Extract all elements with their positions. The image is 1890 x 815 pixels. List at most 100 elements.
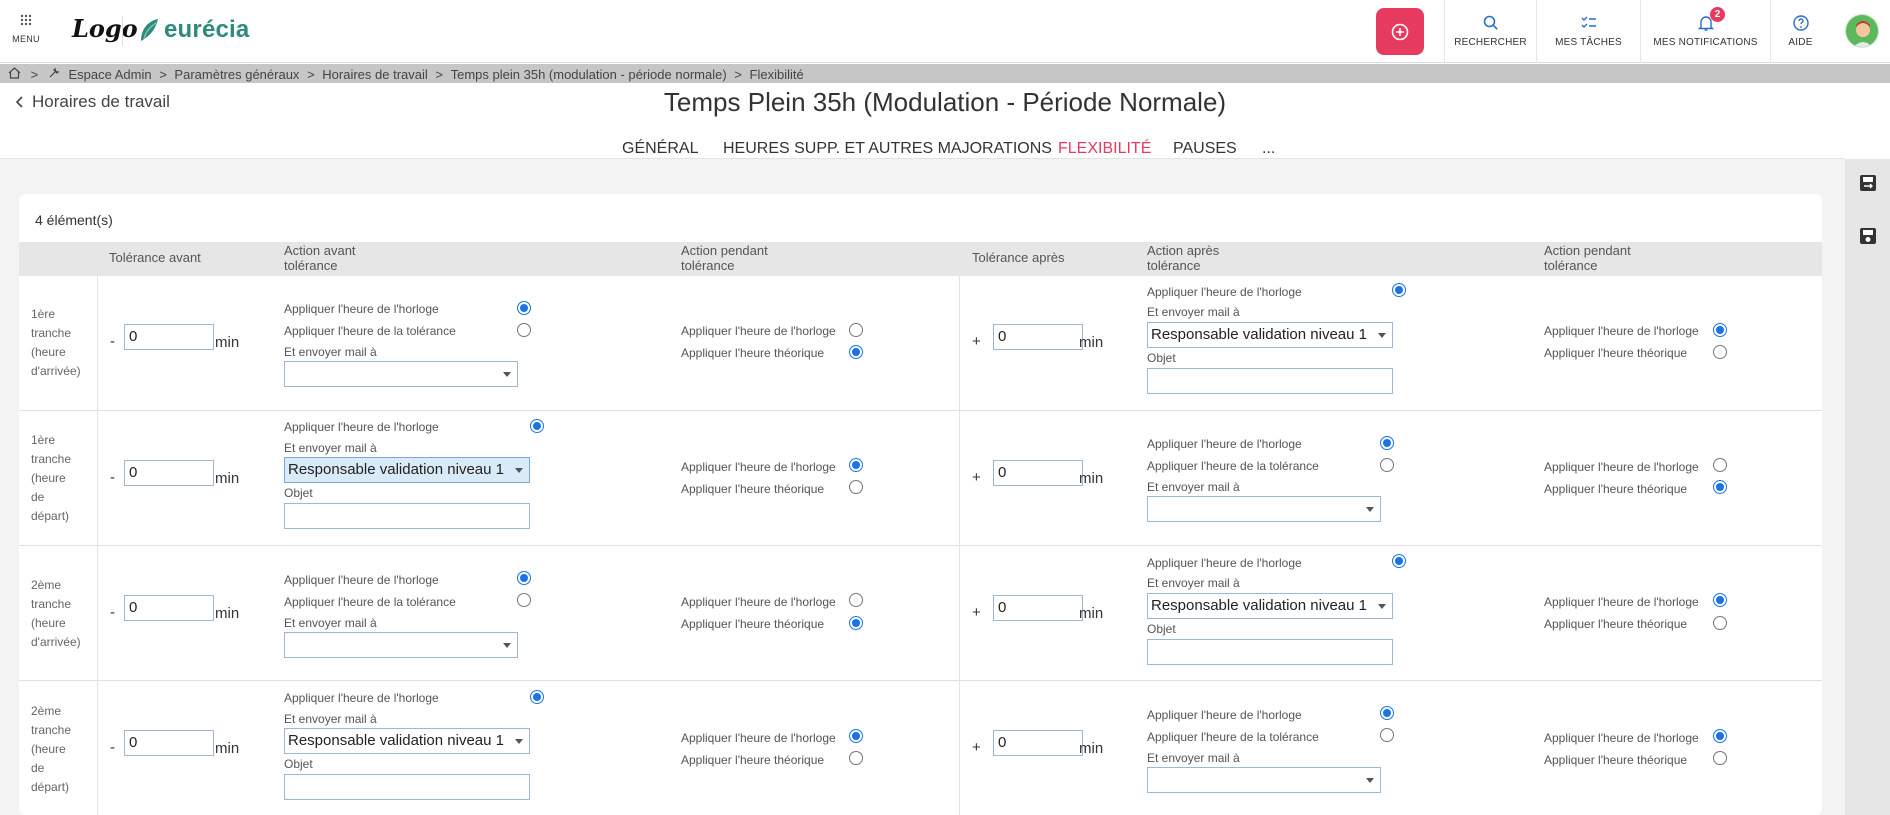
chevron-down-icon bbox=[515, 739, 523, 744]
radio-theorique[interactable] bbox=[849, 751, 863, 765]
option-label: Appliquer l'heure théorique bbox=[681, 482, 825, 496]
option-label: Appliquer l'heure de l'horloge bbox=[1544, 324, 1699, 338]
tolerance-avant-input[interactable]: 0 bbox=[124, 730, 214, 756]
option-label: Appliquer l'heure de l'horloge bbox=[284, 420, 439, 434]
row-label: 1ère tranche (heure de départ) bbox=[31, 433, 72, 523]
radio-theorique[interactable] bbox=[1713, 616, 1727, 630]
radio-horloge[interactable] bbox=[1380, 706, 1394, 720]
mail-recipient-select[interactable]: Responsable validation niveau 1 bbox=[1147, 593, 1393, 619]
radio-horloge[interactable] bbox=[1713, 729, 1727, 743]
tab-pauses[interactable]: PAUSES bbox=[1173, 140, 1237, 158]
breadcrumb-item-temps-plein[interactable]: Temps plein 35h (modulation - période no… bbox=[451, 65, 727, 84]
radio-horloge[interactable] bbox=[517, 301, 531, 315]
nav-notifications-label: MES NOTIFICATIONS bbox=[1653, 37, 1758, 48]
option-label: Appliquer l'heure théorique bbox=[681, 346, 825, 360]
radio-horloge[interactable] bbox=[849, 323, 863, 337]
option-label: Appliquer l'heure de l'horloge bbox=[1544, 460, 1699, 474]
tolerance-avant-input[interactable]: 0 bbox=[124, 324, 214, 350]
nav-help-label: AIDE bbox=[1788, 37, 1813, 48]
mail-recipient-select[interactable] bbox=[1147, 496, 1381, 522]
nav-help[interactable]: AIDE bbox=[1770, 0, 1830, 63]
tolerance-apres-input[interactable]: 0 bbox=[993, 460, 1083, 486]
tolerance-apres-input[interactable]: 0 bbox=[993, 730, 1083, 756]
nav-search-label: RECHERCHER bbox=[1454, 37, 1527, 48]
mail-recipient-select[interactable]: Responsable validation niveau 1 bbox=[284, 728, 530, 754]
option-label: Appliquer l'heure de l'horloge bbox=[681, 731, 836, 745]
nav-search[interactable]: RECHERCHER bbox=[1444, 0, 1536, 63]
row-label: 2ème tranche (heure de départ) bbox=[31, 704, 72, 794]
table-row bbox=[19, 276, 1822, 411]
radio-horloge[interactable] bbox=[1392, 554, 1406, 568]
radio-horloge[interactable] bbox=[849, 593, 863, 607]
back-link[interactable]: Horaires de travail bbox=[16, 92, 170, 112]
radio-horloge[interactable] bbox=[1713, 593, 1727, 607]
help-icon bbox=[1792, 15, 1809, 31]
mail-recipient-select[interactable] bbox=[284, 361, 518, 387]
unit-label: min bbox=[215, 740, 240, 757]
radio-tolerance[interactable] bbox=[517, 593, 531, 607]
tolerance-avant-input[interactable]: 0 bbox=[124, 460, 214, 486]
minus-sign: - bbox=[110, 739, 115, 756]
menu-button[interactable]: MENU bbox=[8, 14, 44, 44]
option-label: Appliquer l'heure de la tolérance bbox=[1147, 730, 1319, 744]
tolerance-avant-input[interactable]: 0 bbox=[124, 595, 214, 621]
item-count: 4 élément(s) bbox=[35, 212, 113, 228]
eurecia-brand[interactable]: eurécia bbox=[138, 16, 249, 44]
breadcrumb-item-horaires[interactable]: Horaires de travail bbox=[322, 65, 428, 84]
radio-theorique[interactable] bbox=[849, 345, 863, 359]
radio-theorique[interactable] bbox=[1713, 751, 1727, 765]
nav-tasks[interactable]: MES TÂCHES bbox=[1536, 0, 1640, 63]
tolerance-apres-input[interactable]: 0 bbox=[993, 595, 1083, 621]
right-action-rail bbox=[1845, 159, 1890, 815]
breadcrumb-item-espace-admin[interactable]: Espace Admin bbox=[68, 65, 151, 84]
object-input[interactable] bbox=[1147, 368, 1393, 394]
radio-horloge[interactable] bbox=[1713, 323, 1727, 337]
option-label: Appliquer l'heure théorique bbox=[1544, 617, 1688, 631]
radio-tolerance[interactable] bbox=[1380, 458, 1394, 472]
mail-recipient-select[interactable]: Responsable validation niveau 1 bbox=[1147, 322, 1393, 348]
radio-horloge[interactable] bbox=[530, 419, 544, 433]
col-action-pendant-apres: Action pendant tolérance bbox=[1544, 243, 1631, 273]
radio-horloge[interactable] bbox=[517, 571, 531, 585]
radio-horloge[interactable] bbox=[530, 690, 544, 704]
save-and-close-icon[interactable] bbox=[1858, 173, 1878, 193]
radio-tolerance[interactable] bbox=[1380, 728, 1394, 742]
add-button[interactable] bbox=[1376, 8, 1424, 55]
plus-sign: + bbox=[972, 469, 981, 486]
plus-sign: + bbox=[972, 604, 981, 621]
nav-notifications[interactable]: 2 MES NOTIFICATIONS bbox=[1640, 0, 1770, 63]
radio-theorique[interactable] bbox=[1713, 345, 1727, 359]
tolerance-apres-input[interactable]: 0 bbox=[993, 324, 1083, 350]
object-input[interactable] bbox=[1147, 639, 1393, 665]
mail-recipient-select[interactable] bbox=[284, 632, 518, 658]
tab-general[interactable]: GÉNÉRAL bbox=[622, 140, 698, 158]
object-input[interactable] bbox=[284, 503, 530, 529]
minus-sign: - bbox=[110, 604, 115, 621]
radio-tolerance[interactable] bbox=[517, 323, 531, 337]
tab-flexibilite[interactable]: FLEXIBILITÉ bbox=[1058, 140, 1151, 158]
home-icon[interactable] bbox=[8, 65, 21, 84]
radio-theorique[interactable] bbox=[849, 616, 863, 630]
unit-label: min bbox=[1079, 334, 1104, 351]
tab-more[interactable]: ... bbox=[1262, 140, 1275, 158]
mail-label: Et envoyer mail à bbox=[284, 441, 377, 455]
col-action-apres: Action après tolérance bbox=[1147, 243, 1220, 273]
radio-theorique[interactable] bbox=[849, 480, 863, 494]
radio-horloge[interactable] bbox=[1380, 436, 1394, 450]
tab-heures-supp[interactable]: HEURES SUPP. ET AUTRES MAJORATIONS bbox=[723, 140, 1052, 158]
radio-theorique[interactable] bbox=[1713, 480, 1727, 494]
avatar[interactable] bbox=[1845, 14, 1879, 48]
save-icon[interactable] bbox=[1858, 226, 1878, 246]
breadcrumb-item-parametres[interactable]: Paramètres généraux bbox=[174, 65, 299, 84]
mail-recipient-select[interactable]: Responsable validation niveau 1 bbox=[284, 457, 530, 483]
radio-horloge[interactable] bbox=[1713, 458, 1727, 472]
company-logo[interactable]: Logo bbox=[72, 14, 138, 43]
radio-horloge[interactable] bbox=[849, 458, 863, 472]
option-label: Appliquer l'heure de l'horloge bbox=[284, 691, 439, 705]
object-input[interactable] bbox=[284, 774, 530, 800]
radio-horloge[interactable] bbox=[849, 729, 863, 743]
notification-badge: 2 bbox=[1710, 7, 1725, 22]
radio-horloge[interactable] bbox=[1392, 283, 1406, 297]
mail-recipient-select[interactable] bbox=[1147, 767, 1381, 793]
mail-label: Et envoyer mail à bbox=[284, 712, 377, 726]
